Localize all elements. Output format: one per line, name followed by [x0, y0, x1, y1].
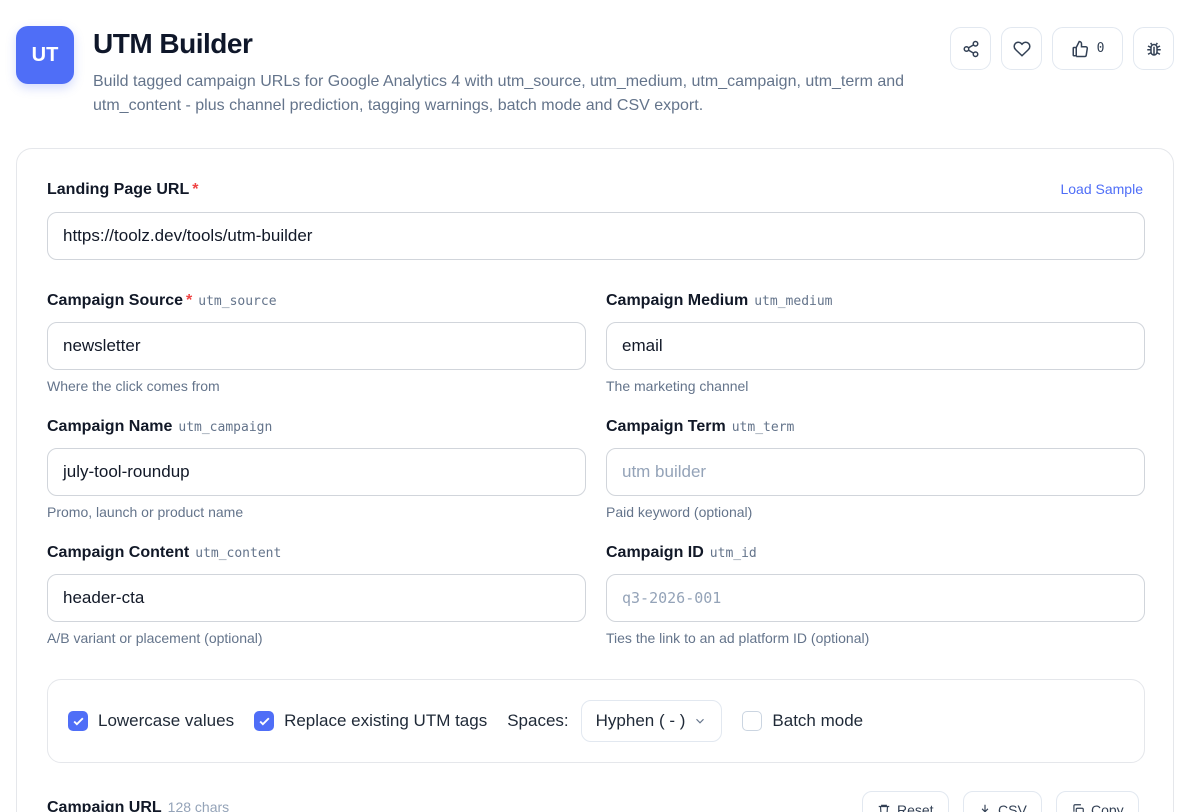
load-sample-link[interactable]: Load Sample	[1060, 181, 1143, 197]
campaign-term-label-text: Campaign Term	[606, 418, 726, 435]
bug-icon	[1146, 42, 1161, 56]
campaign-term-param: utm_term	[731, 420, 795, 435]
medium-param: utm_medium	[754, 294, 833, 309]
campaign-url-label-text: Campaign URL	[47, 799, 162, 812]
source-label: Campaign Source * utm_source	[47, 292, 277, 310]
spaces-select[interactable]: Hyphen ( - )	[580, 700, 723, 742]
csv-button[interactable]: CSV	[963, 791, 1042, 812]
builder-card: Landing Page URL * Load Sample https://to…	[16, 148, 1174, 812]
check-icon	[259, 717, 270, 726]
chevron-down-icon	[696, 718, 705, 724]
spaces-label: Spaces:	[507, 711, 569, 730]
copy-label: Copy	[1091, 802, 1124, 812]
replace-utm-checkbox[interactable]	[254, 711, 275, 731]
campaign-content-input[interactable]: header-cta	[47, 574, 586, 622]
campaign-id-label-text: Campaign ID	[606, 544, 704, 561]
campaign-name-label-text: Campaign Name	[47, 418, 173, 435]
copy-button[interactable]: Copy	[1056, 791, 1139, 812]
campaign-content-param: utm_content	[195, 546, 282, 561]
thumbs-up-icon	[1072, 40, 1088, 57]
source-hint: Where the click comes from	[47, 378, 220, 394]
replace-utm-label: Replace existing UTM tags	[284, 711, 488, 730]
like-button[interactable]: 0	[1052, 27, 1123, 70]
options-panel: Lowercase values Replace existing UTM ta…	[47, 679, 1145, 763]
campaign-term-hint: Paid keyword (optional)	[606, 504, 753, 520]
campaign-name-hint: Promo, launch or product name	[47, 504, 244, 520]
batch-mode-label: Batch mode	[772, 711, 864, 730]
heart-icon	[1012, 40, 1031, 57]
landing-url-input[interactable]: https://toolz.dev/tools/utm-builder	[47, 212, 1145, 260]
copy-icon	[1073, 804, 1084, 812]
trash-icon	[878, 804, 890, 812]
lowercase-label: Lowercase values	[98, 711, 235, 730]
campaign-content-label-text: Campaign Content	[47, 544, 190, 561]
source-label-text: Campaign Source	[47, 292, 184, 309]
campaign-content-hint: A/B variant or placement (optional)	[47, 630, 263, 646]
landing-url-label: Landing Page URL *	[47, 181, 198, 199]
share-icon	[963, 40, 978, 57]
like-count: 0	[1096, 41, 1105, 56]
campaign-name-input[interactable]: july-tool-roundup	[47, 448, 586, 496]
campaign-name-label: Campaign Name utm_campaign	[47, 418, 272, 436]
lowercase-option[interactable]: Lowercase values	[68, 711, 234, 731]
medium-hint: The marketing channel	[606, 378, 749, 394]
spaces-select-value: Hyphen ( - )	[595, 711, 686, 730]
app-logo: UT	[16, 26, 74, 84]
download-icon	[981, 804, 989, 812]
char-count: 128 chars	[167, 799, 230, 812]
batch-mode-checkbox[interactable]	[742, 711, 763, 731]
campaign-url-label: Campaign URL 128 chars	[47, 799, 229, 812]
campaign-name-param: utm_campaign	[178, 420, 273, 435]
required-marker: *	[192, 181, 199, 198]
csv-label: CSV	[998, 802, 1027, 812]
reset-label: Reset	[897, 802, 934, 812]
medium-label: Campaign Medium utm_medium	[606, 292, 833, 310]
campaign-term-input[interactable]: utm builder	[606, 448, 1145, 496]
source-input[interactable]: newsletter	[47, 322, 586, 370]
campaign-id-hint: Ties the link to an ad platform ID (opti…	[606, 630, 870, 646]
batch-mode-option[interactable]: Batch mode	[742, 711, 863, 731]
lowercase-checkbox[interactable]	[68, 711, 88, 731]
campaign-term-label: Campaign Term utm_term	[606, 418, 794, 436]
page-subtitle: Build tagged campaign URLs for Google An…	[93, 73, 905, 114]
campaign-id-label: Campaign ID utm_id	[606, 544, 757, 562]
campaign-id-input[interactable]: q3-2026-001	[606, 574, 1145, 622]
share-button[interactable]	[950, 27, 991, 70]
required-marker: *	[186, 292, 193, 309]
page-title: UTM Builder	[93, 28, 253, 59]
medium-input[interactable]: email	[606, 322, 1145, 370]
landing-url-label-text: Landing Page URL	[47, 181, 190, 198]
report-bug-button[interactable]	[1133, 27, 1174, 70]
check-icon	[72, 717, 84, 726]
reset-button[interactable]: Reset	[862, 791, 949, 812]
replace-utm-option[interactable]: Replace existing UTM tags	[254, 711, 487, 731]
spaces-option: Spaces: Hyphen ( - )	[507, 700, 723, 742]
campaign-content-label: Campaign Content utm_content	[47, 544, 281, 562]
medium-label-text: Campaign Medium	[606, 292, 749, 309]
campaign-id-param: utm_id	[709, 546, 757, 561]
favorite-button[interactable]	[1001, 27, 1042, 70]
source-param: utm_source	[198, 294, 277, 309]
